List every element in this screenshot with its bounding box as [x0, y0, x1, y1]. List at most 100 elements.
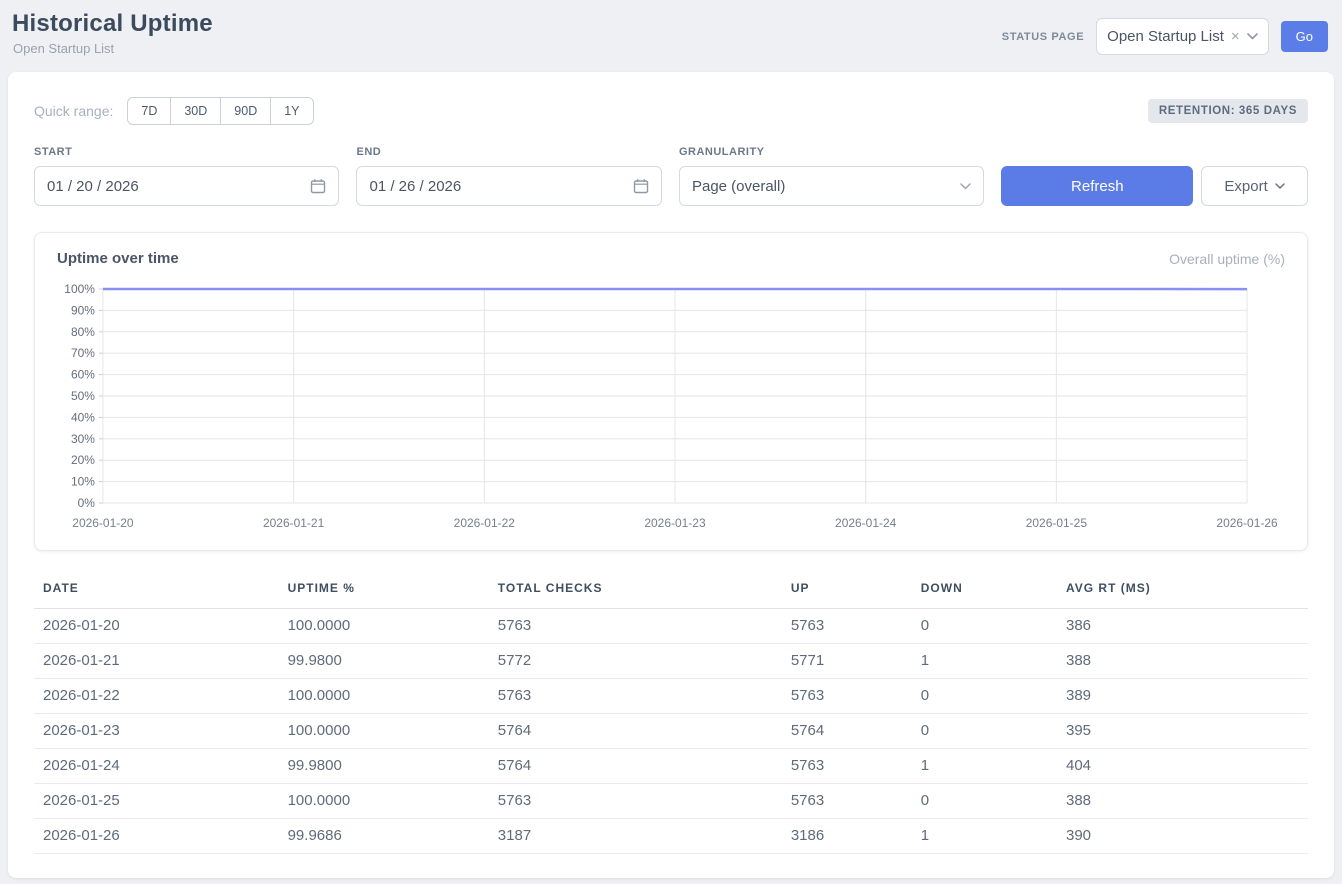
start-date-field: START 01 / 20 / 2026 — [34, 146, 339, 206]
table-header-row: DATEUPTIME %TOTAL CHECKSUPDOWNAVG RT (MS… — [34, 575, 1308, 609]
main-panel: Quick range: 7D 30D 90D 1Y RETENTION: 36… — [8, 72, 1334, 878]
svg-text:2026-01-24: 2026-01-24 — [835, 516, 897, 530]
svg-text:80%: 80% — [71, 325, 95, 339]
table-cell: 2026-01-26 — [34, 819, 279, 854]
quick-range-90d-button[interactable]: 90D — [220, 97, 271, 125]
table-cell: 1 — [912, 819, 1057, 854]
quick-range-30d-button[interactable]: 30D — [170, 97, 221, 125]
table-cell: 5763 — [782, 679, 912, 714]
chevron-down-icon — [960, 183, 971, 190]
chart-header: Uptime over time Overall uptime (%) — [57, 250, 1285, 267]
svg-text:2026-01-20: 2026-01-20 — [72, 516, 134, 530]
chart-title: Uptime over time — [57, 250, 179, 267]
end-date-input[interactable]: 01 / 26 / 2026 — [356, 166, 661, 206]
table-row: 2026-01-23100.0000576457640395 — [34, 714, 1308, 749]
page-subtitle: Open Startup List — [13, 41, 213, 56]
table-cell: 99.9800 — [279, 749, 489, 784]
table-header-cell: DOWN — [912, 575, 1057, 609]
export-button[interactable]: Export — [1201, 166, 1308, 206]
table-cell: 2026-01-24 — [34, 749, 279, 784]
table-cell: 386 — [1057, 609, 1308, 644]
table-cell: 5764 — [489, 749, 782, 784]
quick-range-1y-button[interactable]: 1Y — [270, 97, 313, 125]
chevron-down-icon — [1275, 183, 1285, 189]
table-cell: 99.9800 — [279, 644, 489, 679]
svg-text:90%: 90% — [71, 303, 95, 317]
svg-text:2026-01-21: 2026-01-21 — [263, 516, 325, 530]
table-cell: 5764 — [782, 714, 912, 749]
table-cell: 2026-01-23 — [34, 714, 279, 749]
table-row: 2026-01-2199.9800577257711388 — [34, 644, 1308, 679]
table-cell: 5763 — [489, 609, 782, 644]
table-cell: 5763 — [782, 609, 912, 644]
table-cell: 5763 — [782, 784, 912, 819]
table-cell: 3186 — [782, 819, 912, 854]
table-cell: 5764 — [489, 714, 782, 749]
svg-text:30%: 30% — [71, 432, 95, 446]
table-cell: 2026-01-20 — [34, 609, 279, 644]
svg-text:40%: 40% — [71, 410, 95, 424]
table-cell: 395 — [1057, 714, 1308, 749]
table-cell: 5763 — [489, 679, 782, 714]
table-header-cell: AVG RT (MS) — [1057, 575, 1308, 609]
table-row: 2026-01-22100.0000576357630389 — [34, 679, 1308, 714]
table-row: 2026-01-25100.0000576357630388 — [34, 784, 1308, 819]
table-cell: 3187 — [489, 819, 782, 854]
table-cell: 2026-01-25 — [34, 784, 279, 819]
uptime-table-head: DATEUPTIME %TOTAL CHECKSUPDOWNAVG RT (MS… — [34, 575, 1308, 609]
chart-legend: Overall uptime (%) — [1169, 251, 1285, 267]
table-header-cell: UP — [782, 575, 912, 609]
table-header-cell: UPTIME % — [279, 575, 489, 609]
table-row: 2026-01-20100.0000576357630386 — [34, 609, 1308, 644]
table-cell: 390 — [1057, 819, 1308, 854]
clear-selection-icon[interactable]: × — [1231, 29, 1240, 44]
svg-text:2026-01-23: 2026-01-23 — [644, 516, 706, 530]
table-header-cell: DATE — [34, 575, 279, 609]
calendar-icon[interactable] — [310, 178, 326, 194]
granularity-label: GRANULARITY — [679, 146, 984, 158]
table-cell: 5763 — [782, 749, 912, 784]
go-button[interactable]: Go — [1281, 21, 1328, 52]
quick-range-group: 7D 30D 90D 1Y — [127, 97, 313, 125]
svg-text:2026-01-22: 2026-01-22 — [454, 516, 516, 530]
status-page-label: STATUS PAGE — [1002, 31, 1084, 43]
table-cell: 388 — [1057, 784, 1308, 819]
table-cell: 389 — [1057, 679, 1308, 714]
table-cell: 388 — [1057, 644, 1308, 679]
svg-text:2026-01-25: 2026-01-25 — [1026, 516, 1088, 530]
svg-text:20%: 20% — [71, 453, 95, 467]
svg-text:10%: 10% — [71, 475, 95, 489]
quick-range-7d-button[interactable]: 7D — [127, 97, 171, 125]
status-page-select[interactable]: Open Startup List × — [1096, 18, 1269, 55]
refresh-button[interactable]: Refresh — [1001, 166, 1193, 206]
table-cell: 100.0000 — [279, 784, 489, 819]
svg-text:70%: 70% — [71, 346, 95, 360]
table-cell: 2026-01-21 — [34, 644, 279, 679]
table-cell: 100.0000 — [279, 609, 489, 644]
svg-text:2026-01-26: 2026-01-26 — [1216, 516, 1278, 530]
start-date-value: 01 / 20 / 2026 — [47, 178, 310, 195]
start-date-input[interactable]: 01 / 20 / 2026 — [34, 166, 339, 206]
granularity-field: GRANULARITY Page (overall) — [679, 146, 984, 206]
uptime-table: DATEUPTIME %TOTAL CHECKSUPDOWNAVG RT (MS… — [34, 575, 1308, 854]
uptime-table-body: 2026-01-20100.00005763576303862026-01-21… — [34, 609, 1308, 854]
table-cell: 0 — [912, 609, 1057, 644]
granularity-select[interactable]: Page (overall) — [679, 166, 984, 206]
uptime-chart-svg: 0%10%20%30%40%50%60%70%80%90%100%2026-01… — [57, 277, 1285, 535]
quick-range-row: Quick range: 7D 30D 90D 1Y RETENTION: 36… — [34, 97, 1308, 125]
end-date-label: END — [356, 146, 661, 158]
table-row: 2026-01-2499.9800576457631404 — [34, 749, 1308, 784]
granularity-selected-value: Page (overall) — [692, 178, 960, 195]
chart-plot-area: 0%10%20%30%40%50%60%70%80%90%100%2026-01… — [57, 277, 1285, 540]
table-cell: 99.9686 — [279, 819, 489, 854]
calendar-icon[interactable] — [633, 178, 649, 194]
table-cell: 0 — [912, 679, 1057, 714]
page-title: Historical Uptime — [12, 10, 213, 38]
svg-text:50%: 50% — [71, 389, 95, 403]
title-block: Historical Uptime Open Startup List — [12, 10, 213, 56]
page-header: Historical Uptime Open Startup List STAT… — [0, 0, 1342, 72]
filter-row: START 01 / 20 / 2026 END 01 / 26 / 2026 … — [34, 146, 1308, 206]
uptime-chart-card: Uptime over time Overall uptime (%) 0%10… — [34, 232, 1308, 551]
table-cell: 100.0000 — [279, 679, 489, 714]
header-controls: STATUS PAGE Open Startup List × Go — [1002, 18, 1328, 55]
